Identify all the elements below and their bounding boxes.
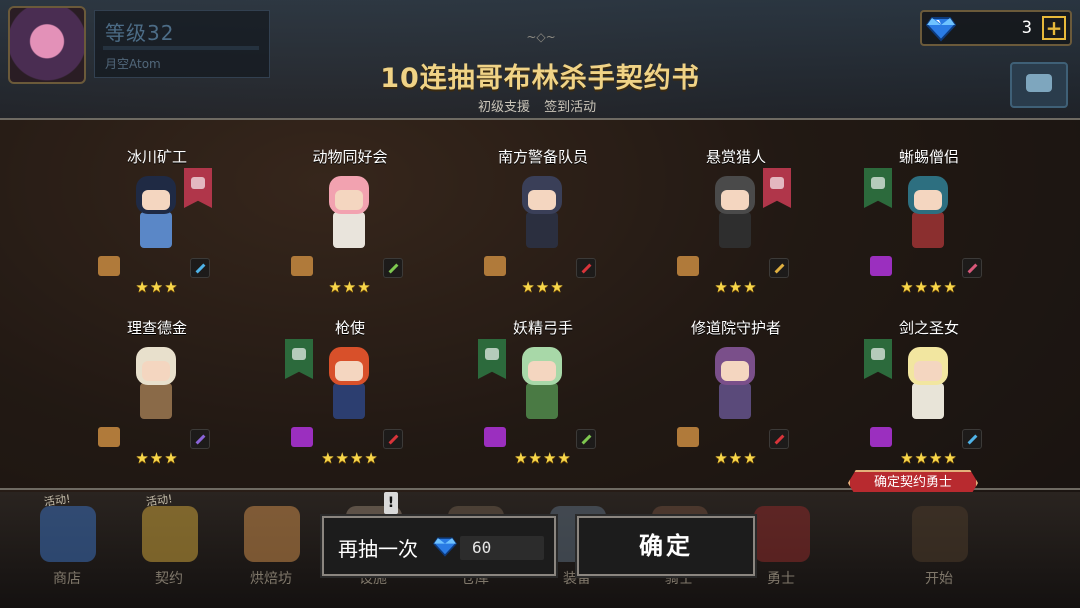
hero-card[interactable]: 修道院守护者 ★★★ bbox=[661, 317, 811, 477]
nav-label: 开始 bbox=[925, 571, 953, 587]
class-banner-icon bbox=[478, 339, 506, 379]
hero-card[interactable]: 理查德金 ★★★ bbox=[82, 317, 232, 477]
star-rating: ★★★★ bbox=[321, 449, 379, 467]
hero-name: 枪使 bbox=[334, 319, 365, 337]
draw-again-label: 再抽一次 bbox=[338, 537, 418, 561]
weapon-icon bbox=[769, 429, 789, 449]
subtab-beginner-support: 初级支援 bbox=[478, 100, 531, 115]
weapon-icon bbox=[962, 429, 982, 449]
class-banner-icon bbox=[184, 168, 212, 208]
star-rating: ★★★ bbox=[328, 278, 372, 296]
star-rating: ★★★ bbox=[521, 278, 565, 296]
nav-item[interactable]: 商店 活动! bbox=[22, 492, 112, 608]
star-rating: ★★★★ bbox=[900, 449, 958, 467]
gem-count: 3 bbox=[1021, 18, 1032, 38]
scroll-icon bbox=[677, 256, 699, 276]
class-banner-icon bbox=[285, 339, 313, 379]
gem-balance: 3 + bbox=[920, 10, 1072, 46]
nav-icon bbox=[40, 506, 96, 562]
hero-name: 修道院守护者 bbox=[690, 319, 781, 337]
weapon-icon bbox=[769, 258, 789, 278]
star-rating: ★★★★ bbox=[900, 278, 958, 296]
hero-card[interactable]: 南方警备队员 ★★★ bbox=[468, 146, 618, 306]
hero-name: 剑之圣女 bbox=[898, 319, 959, 337]
hero-name: 动物同好会 bbox=[312, 148, 388, 166]
nav-item[interactable]: 契约 活动! bbox=[124, 492, 214, 608]
class-banner-icon bbox=[864, 339, 892, 379]
hero-card[interactable]: 蜥蜴僧侣 ★★★★ bbox=[854, 146, 1004, 306]
weapon-icon bbox=[962, 258, 982, 278]
hero-card[interactable]: 悬赏猎人 ★★★ bbox=[661, 146, 811, 306]
alert-badge: ! bbox=[384, 492, 398, 514]
scroll-icon bbox=[870, 256, 892, 276]
confirm-button[interactable]: 确定 bbox=[575, 514, 757, 578]
weapon-icon bbox=[383, 258, 403, 278]
hero-sprite bbox=[118, 168, 190, 254]
diamond-icon bbox=[432, 537, 458, 557]
exp-bar bbox=[103, 46, 259, 50]
title-ornament: ~◇~ bbox=[526, 30, 556, 44]
nav-icon bbox=[142, 506, 198, 562]
player-level: 等级32 bbox=[105, 21, 175, 45]
hero-card[interactable]: 冰川矿工 ★★★ bbox=[82, 146, 232, 306]
hero-card[interactable]: 动物同好会 ★★★ bbox=[275, 146, 425, 306]
subtab-checkin-event: 签到活动 bbox=[544, 100, 597, 115]
hero-name: 蜥蜴僧侣 bbox=[898, 148, 959, 166]
hero-sprite bbox=[504, 168, 576, 254]
draw-again-button[interactable]: 再抽一次 60 bbox=[320, 514, 558, 578]
nav-label: 烘焙坊 bbox=[250, 571, 292, 587]
hero-card[interactable]: 枪使 ★★★★ bbox=[275, 317, 425, 477]
hero-name: 冰川矿工 bbox=[126, 148, 187, 166]
weapon-icon bbox=[576, 258, 596, 278]
hero-sprite bbox=[697, 168, 769, 254]
star-rating: ★★★ bbox=[135, 449, 179, 467]
hero-name: 南方警备队员 bbox=[497, 148, 588, 166]
weapon-icon bbox=[190, 429, 210, 449]
page-title: 10连抽哥布林杀手契约书 bbox=[380, 63, 700, 94]
hero-sprite bbox=[118, 339, 190, 425]
hero-sprite bbox=[697, 339, 769, 425]
add-gems-button[interactable]: + bbox=[1042, 16, 1066, 40]
nav-icon bbox=[912, 506, 968, 562]
hero-name: 理查德金 bbox=[126, 319, 187, 337]
hero-name: 妖精弓手 bbox=[512, 319, 573, 337]
hero-sprite bbox=[311, 339, 383, 425]
weapon-icon bbox=[383, 429, 403, 449]
diamond-icon bbox=[926, 17, 956, 42]
hero-card[interactable]: 剑之圣女 ★★★★ bbox=[854, 317, 1004, 477]
hero-sprite bbox=[311, 168, 383, 254]
scroll-icon bbox=[291, 256, 313, 276]
subtabs: 初级支援 签到活动 bbox=[478, 96, 606, 115]
weapon-icon bbox=[576, 429, 596, 449]
nav-label: 契约 bbox=[155, 571, 183, 587]
scroll-icon bbox=[870, 427, 892, 447]
nav-item[interactable]: 烘焙坊 bbox=[226, 492, 316, 608]
hero-name: 悬赏猎人 bbox=[705, 148, 766, 166]
class-banner-icon bbox=[864, 168, 892, 208]
class-banner-icon bbox=[763, 168, 791, 208]
hero-card[interactable]: 妖精弓手 ★★★★ bbox=[468, 317, 618, 477]
hero-sprite bbox=[890, 168, 962, 254]
scroll-icon bbox=[484, 256, 506, 276]
nav-item[interactable]: 开始 bbox=[894, 492, 984, 608]
scroll-icon bbox=[677, 427, 699, 447]
nav-label: 商店 bbox=[53, 571, 81, 587]
star-rating: ★★★ bbox=[714, 278, 758, 296]
scroll-icon bbox=[98, 427, 120, 447]
scroll-icon bbox=[291, 427, 313, 447]
scroll-icon bbox=[98, 256, 120, 276]
weapon-icon bbox=[190, 258, 210, 278]
hero-sprite bbox=[890, 339, 962, 425]
nav-icon bbox=[244, 506, 300, 562]
star-rating: ★★★★ bbox=[514, 449, 572, 467]
hero-sprite bbox=[504, 339, 576, 425]
scroll-icon bbox=[484, 427, 506, 447]
star-rating: ★★★ bbox=[135, 278, 179, 296]
draw-cost: 60 bbox=[460, 536, 544, 560]
nav-icon bbox=[754, 506, 810, 562]
star-rating: ★★★ bbox=[714, 449, 758, 467]
